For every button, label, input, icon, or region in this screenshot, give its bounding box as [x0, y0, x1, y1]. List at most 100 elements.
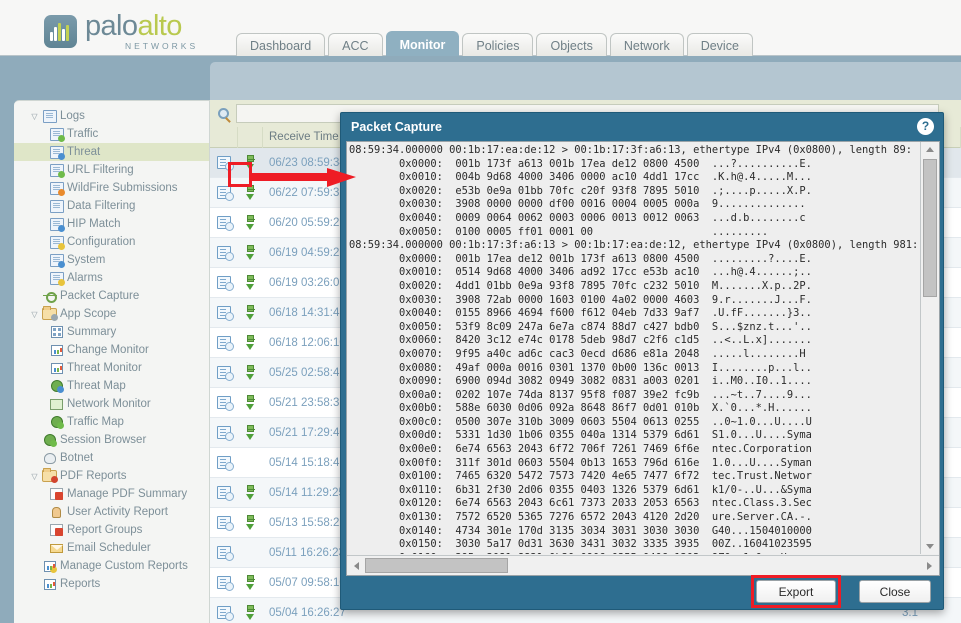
- log-detail-icon[interactable]: [210, 568, 238, 598]
- sidebar-item-email-scheduler[interactable]: Email Scheduler: [14, 539, 209, 557]
- sidebar-item-alarms[interactable]: Alarms: [14, 269, 209, 287]
- sidebar-item-hip-match[interactable]: HIP Match: [14, 215, 209, 233]
- sidebar-item-label: WildFire Submissions: [67, 182, 178, 194]
- sidebar-item-label: Session Browser: [60, 434, 147, 446]
- data-filtering-icon: [48, 199, 65, 213]
- sidebar-item-manage-custom-reports[interactable]: Manage Custom Reports: [14, 557, 209, 575]
- packet-capture-download-icon[interactable]: [238, 598, 263, 623]
- tab-policies[interactable]: Policies: [462, 33, 534, 58]
- packet-capture-download-icon[interactable]: [238, 298, 263, 328]
- horizontal-scrollbar[interactable]: [347, 555, 939, 575]
- packet-capture-download-icon[interactable]: [238, 478, 263, 508]
- packet-capture-download-icon[interactable]: [238, 568, 263, 598]
- packet-capture-download-icon[interactable]: [238, 208, 263, 238]
- scroll-left-arrow-icon[interactable]: [348, 557, 364, 574]
- packet-capture-download-icon[interactable]: [238, 328, 263, 358]
- log-detail-icon[interactable]: [210, 478, 238, 508]
- vertical-scroll-thumb[interactable]: [923, 159, 937, 297]
- sidebar-item-threat[interactable]: Threat: [14, 143, 209, 161]
- packet-capture-download-icon[interactable]: [238, 268, 263, 298]
- horizontal-scroll-thumb[interactable]: [365, 558, 508, 573]
- sidebar-item-app-scope[interactable]: ▽ App Scope: [14, 305, 209, 323]
- hex-dump-line: 0x0040: 0155 8966 4694 f600 f612 04eb 7d…: [349, 307, 812, 320]
- sidebar-item-manage-pdf-summary[interactable]: Manage PDF Summary: [14, 485, 209, 503]
- sidebar-item-threat-monitor[interactable]: Threat Monitor: [14, 359, 209, 377]
- log-detail-icon[interactable]: [210, 268, 238, 298]
- log-detail-icon[interactable]: [210, 298, 238, 328]
- export-button[interactable]: Export: [756, 580, 836, 603]
- packet-capture-download-icon[interactable]: [238, 418, 263, 448]
- sidebar-item-user-activity-report[interactable]: User Activity Report: [14, 503, 209, 521]
- tab-device[interactable]: Device: [686, 33, 753, 58]
- sidebar-item-system[interactable]: System: [14, 251, 209, 269]
- hex-dump-line: 0x0010: 004b 9d68 4000 3406 0000 ac10 4d…: [349, 171, 812, 184]
- packet-capture-download-icon: [238, 538, 263, 568]
- sidebar-item-change-monitor[interactable]: Change Monitor: [14, 341, 209, 359]
- sidebar-item-label: Summary: [67, 326, 117, 338]
- sidebar-item-wildfire-submissions[interactable]: WildFire Submissions: [14, 179, 209, 197]
- packet-capture-download-icon[interactable]: [238, 358, 263, 388]
- palo-alto-logo: paloalto NETWORKS: [44, 12, 198, 51]
- log-detail-icon[interactable]: [210, 358, 238, 388]
- log-detail-icon[interactable]: [210, 448, 238, 478]
- search-magnifier-icon[interactable]: [210, 108, 236, 119]
- hex-dump-line: 0x0050: 53f9 8c09 247a 6e7a c874 88d7 c4…: [349, 320, 812, 333]
- help-question-icon[interactable]: ?: [917, 118, 934, 135]
- pcap-icon-highlight-box: [228, 162, 252, 187]
- hex-dump-line: 0x0000: 001b 17ea de12 001b 173f a613 08…: [349, 252, 812, 265]
- sidebar-item-reports[interactable]: Reports: [14, 575, 209, 593]
- scroll-right-arrow-icon[interactable]: [921, 557, 937, 574]
- scroll-down-arrow-icon[interactable]: [921, 539, 939, 554]
- packet-capture-download-icon[interactable]: [238, 388, 263, 418]
- sidebar-item-packet-capture[interactable]: Packet Capture: [14, 287, 209, 305]
- sidebar-item-configuration[interactable]: Configuration: [14, 233, 209, 251]
- threat-log-icon: [48, 145, 65, 160]
- log-detail-icon[interactable]: [210, 598, 238, 623]
- hex-dump-line: 0x0110: 6b31 2f30 2d06 0355 0403 1326 53…: [349, 483, 812, 496]
- hex-dump-line: 0x0120: 6e74 6563 2043 6c61 7373 2033 20…: [349, 497, 812, 510]
- sidebar-item-report-groups[interactable]: Report Groups: [14, 521, 209, 539]
- sidebar-item-label: Change Monitor: [67, 344, 149, 356]
- sidebar-item-url-filtering[interactable]: URL Filtering: [14, 161, 209, 179]
- sidebar-item-pdf-reports[interactable]: ▽ PDF Reports: [14, 467, 209, 485]
- threat-monitor-icon: [48, 362, 65, 374]
- packet-hex-dump[interactable]: 08:59:34.000000 00:1b:17:ea:de:12 > 00:1…: [347, 142, 920, 554]
- scroll-up-arrow-icon[interactable]: [921, 142, 939, 157]
- tree-expander-icon[interactable]: ▽: [28, 472, 41, 481]
- packet-capture-icon: [41, 291, 58, 303]
- tab-objects[interactable]: Objects: [536, 33, 607, 58]
- log-detail-icon[interactable]: [210, 418, 238, 448]
- hex-dump-line: 08:59:34.000000 00:1b:17:ea:de:12 > 00:1…: [349, 144, 920, 156]
- packet-capture-download-icon[interactable]: [238, 238, 263, 268]
- close-button[interactable]: Close: [859, 580, 931, 603]
- log-detail-icon[interactable]: [210, 388, 238, 418]
- tab-network[interactable]: Network: [609, 33, 684, 58]
- sidebar-item-threat-map[interactable]: Threat Map: [14, 377, 209, 395]
- sidebar-item-data-filtering[interactable]: Data Filtering: [14, 197, 209, 215]
- log-detail-icon[interactable]: [210, 508, 238, 538]
- tree-expander-icon[interactable]: ▽: [28, 112, 41, 121]
- tab-acc[interactable]: ACC: [328, 33, 383, 58]
- vertical-scrollbar[interactable]: [920, 142, 939, 554]
- log-detail-icon[interactable]: [210, 238, 238, 268]
- sidebar-item-summary[interactable]: Summary: [14, 323, 209, 341]
- system-icon: [48, 253, 65, 268]
- manage-pdf-summary-icon: [48, 488, 65, 500]
- sidebar-item-session-browser[interactable]: Session Browser: [14, 431, 209, 449]
- column-header-detail: [210, 126, 238, 148]
- sidebar-item-network-monitor[interactable]: Network Monitor: [14, 395, 209, 413]
- log-detail-icon[interactable]: [210, 208, 238, 238]
- packet-capture-download-icon[interactable]: [238, 508, 263, 538]
- sidebar-item-botnet[interactable]: Botnet: [14, 449, 209, 467]
- sidebar-item-traffic[interactable]: Traffic: [14, 125, 209, 143]
- tab-monitor[interactable]: Monitor: [385, 31, 460, 58]
- sidebar-item-logs[interactable]: ▽ Logs: [14, 107, 209, 125]
- wildfire-icon: [48, 181, 65, 196]
- log-detail-icon[interactable]: [210, 328, 238, 358]
- sidebar-item-traffic-map[interactable]: Traffic Map: [14, 413, 209, 431]
- tree-expander-icon[interactable]: ▽: [28, 310, 41, 319]
- pdf-reports-folder-icon: [41, 468, 58, 483]
- report-groups-icon: [48, 524, 65, 536]
- log-detail-icon[interactable]: [210, 538, 238, 568]
- tab-dashboard[interactable]: Dashboard: [236, 33, 326, 58]
